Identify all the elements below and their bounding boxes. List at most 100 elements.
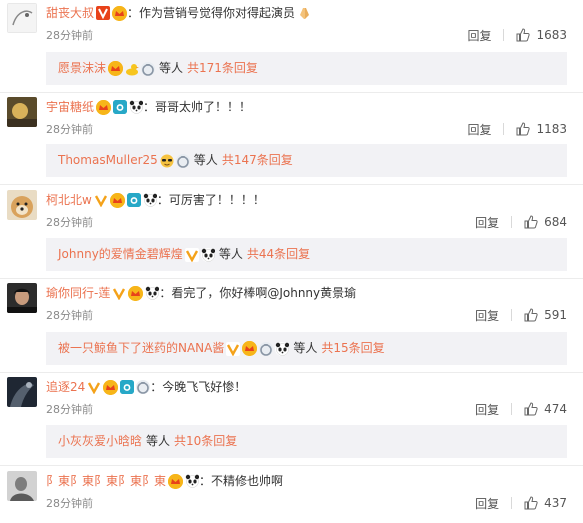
reply-button[interactable]: 回复 xyxy=(475,401,499,418)
comment-time: 28分钟前 xyxy=(46,216,93,229)
avatar[interactable] xyxy=(7,97,37,127)
avatar[interactable] xyxy=(7,3,37,33)
like-button[interactable]: 437 xyxy=(524,496,567,510)
reply-button[interactable]: 回复 xyxy=(467,27,491,44)
like-count: 437 xyxy=(544,496,567,510)
thumbs-up-icon xyxy=(524,215,538,229)
action-divider xyxy=(503,29,505,41)
comment-username[interactable]: 柯北北w xyxy=(46,190,92,210)
comment-username[interactable]: 追逐24 xyxy=(46,377,85,397)
avatar[interactable] xyxy=(7,377,37,407)
reply-button[interactable]: 回复 xyxy=(475,214,499,231)
action-divider xyxy=(511,309,513,321)
vip-crown-icon xyxy=(109,192,125,208)
like-count: 591 xyxy=(544,308,567,322)
comment-time: 28分钟前 xyxy=(46,497,93,510)
panda-emoji-icon xyxy=(142,193,157,207)
sub-replies-summary[interactable]: Johnny的爱情金碧辉煌 等人 共44条回复 xyxy=(46,238,567,271)
action-divider xyxy=(511,216,513,228)
like-count: 474 xyxy=(544,402,567,416)
sub-reply-username[interactable]: Johnny的爱情金碧辉煌 xyxy=(58,238,183,271)
sub-reply-username[interactable]: 愿景沫沫 xyxy=(58,52,106,85)
sub-reply-username[interactable]: 小灰灰爱小晗晗 xyxy=(58,425,142,458)
sub-reply-connector: 等人 xyxy=(193,153,218,167)
comment-text: ：可厉害了！！！！ xyxy=(156,193,265,207)
sub-reply-count-link[interactable]: 共15条回复 xyxy=(321,332,384,365)
vip-crown-icon xyxy=(108,61,124,76)
avatar[interactable] xyxy=(7,283,37,313)
sub-reply-connector: 等人 xyxy=(159,61,184,75)
sub-replies-summary[interactable]: 愿景沫沫 等人 共171条回复 xyxy=(46,52,567,85)
vip-crown-icon xyxy=(128,285,144,301)
sub-reply-count-link[interactable]: 共171条回复 xyxy=(187,52,258,85)
verified-v-icon xyxy=(87,380,102,394)
sub-reply-count-link[interactable]: 共44条回复 xyxy=(247,238,310,271)
vip-crown-icon xyxy=(168,473,184,489)
panda-emoji-icon xyxy=(185,474,200,488)
comment-divider xyxy=(0,465,583,466)
action-divider xyxy=(503,123,505,135)
comment-text: ：作为营销号觉得你对得起演员 xyxy=(127,6,296,20)
comment-feed: 甜丧大叔 ：作为营销号觉得你对得起演员 28分钟前 回复 1683 愿景沫沫 等… xyxy=(0,0,583,523)
sub-reply-username[interactable]: ThomasMuller25 xyxy=(58,144,158,177)
reply-button[interactable]: 回复 xyxy=(475,495,499,512)
sub-reply-count-link[interactable]: 共147条回复 xyxy=(222,144,293,177)
comment-username[interactable]: 瑜你同行-莲 xyxy=(46,283,110,303)
ring-badge-icon xyxy=(259,341,274,356)
thumbs-up-icon xyxy=(524,402,538,416)
avatar[interactable] xyxy=(7,471,37,501)
panda-emoji-icon xyxy=(200,247,215,262)
thumbs-up-icon xyxy=(516,28,531,42)
comment-username[interactable]: 阝東阝東阝東阝東阝東 xyxy=(46,471,166,491)
like-button[interactable]: 474 xyxy=(524,402,567,416)
comment-username[interactable]: 甜丧大叔 xyxy=(46,3,94,23)
comment-divider xyxy=(0,278,583,279)
sub-reply-count-link[interactable]: 共10条回复 xyxy=(174,425,237,458)
comment-actions: 回复 474 xyxy=(475,401,567,417)
comment-username[interactable]: 宇宙糖纸 xyxy=(46,97,94,117)
panda-emoji-icon xyxy=(145,286,160,300)
comment-time: 28分钟前 xyxy=(46,403,93,416)
verified-v-icon xyxy=(96,6,111,20)
camera-badge-icon xyxy=(113,100,128,114)
like-count: 1183 xyxy=(536,122,567,136)
panda-emoji-icon xyxy=(129,100,144,114)
comment-time: 28分钟前 xyxy=(46,309,93,322)
sub-replies-summary[interactable]: 被一只鲸鱼下了迷药的NANA酱 等人 共15条回复 xyxy=(46,332,567,365)
reply-button[interactable]: 回复 xyxy=(475,307,499,324)
like-button[interactable]: 684 xyxy=(524,215,567,229)
comment-actions: 回复 591 xyxy=(475,307,567,323)
ring-badge-icon xyxy=(141,61,156,76)
thumbs-up-icon xyxy=(524,308,538,322)
sub-replies-summary[interactable]: 小灰灰爱小晗晗 等人 共10条回复 xyxy=(46,425,567,458)
avatar[interactable] xyxy=(7,190,37,220)
comment-divider xyxy=(0,372,583,373)
comment-line: 瑜你同行-莲 ：看完了，你好棒啊@Johnny黄景瑜 xyxy=(46,283,356,303)
camera-badge-icon xyxy=(120,380,135,394)
sub-replies-summary[interactable]: ThomasMuller25 等人 共147条回复 xyxy=(46,144,567,177)
vip-crown-icon xyxy=(96,99,112,115)
comment-divider xyxy=(0,184,583,185)
like-button[interactable]: 1683 xyxy=(516,28,567,42)
verified-v-icon xyxy=(184,247,199,262)
comment-actions: 回复 1183 xyxy=(467,121,567,137)
reply-button[interactable]: 回复 xyxy=(467,121,491,138)
sub-reply-username[interactable]: 被一只鲸鱼下了迷药的NANA酱 xyxy=(58,332,224,365)
comment-line: 甜丧大叔 ：作为营销号觉得你对得起演员 xyxy=(46,3,311,23)
sub-reply-connector: 等人 xyxy=(218,247,243,261)
panda-emoji-icon xyxy=(275,341,290,356)
comment-actions: 回复 684 xyxy=(475,214,567,230)
ring-badge-icon xyxy=(175,153,190,168)
like-button[interactable]: 1183 xyxy=(516,122,567,136)
verified-v-icon xyxy=(93,193,108,207)
duck-emoji-icon xyxy=(125,62,140,76)
comment-actions: 回复 1683 xyxy=(467,27,567,43)
sub-reply-connector: 等人 xyxy=(293,341,318,355)
comment-divider xyxy=(0,92,583,93)
sub-reply-connector: 等人 xyxy=(146,434,171,448)
comment-text: ：哥哥太帅了！！！ xyxy=(143,100,252,114)
comment-text: ：不精修也帅啊 xyxy=(199,474,284,488)
vip-crown-icon xyxy=(103,379,119,395)
like-button[interactable]: 591 xyxy=(524,308,567,322)
comment-actions: 回复 437 xyxy=(475,495,567,511)
